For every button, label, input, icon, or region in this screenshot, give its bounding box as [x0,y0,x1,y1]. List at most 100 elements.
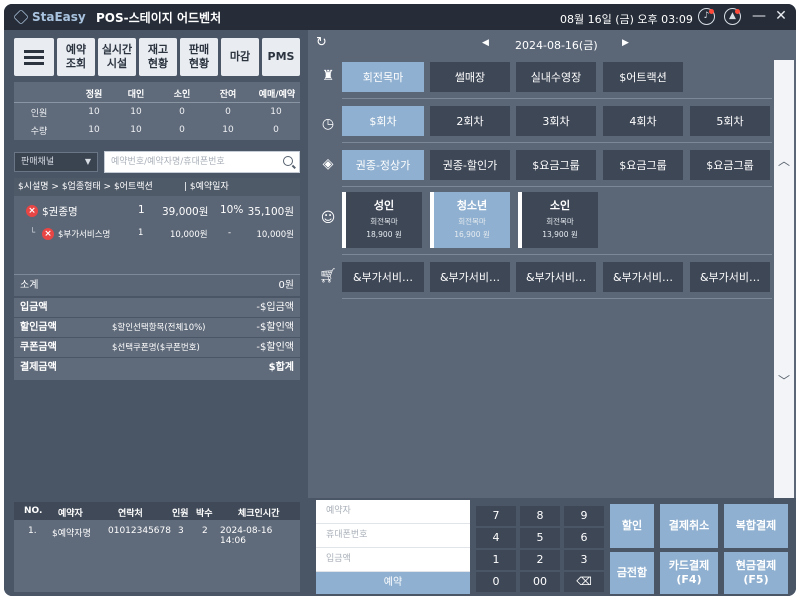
divider [342,98,772,99]
addon-option[interactable]: &부가서비… [342,262,424,292]
round-option[interactable]: 3회차 [516,106,596,136]
clock-icon: ◷ [321,116,335,132]
round-option[interactable]: 4회차 [603,106,683,136]
cart-header: $시설명 > $업종형태 > $어트랙션 | $예약일자 [14,178,300,196]
stock-row: 수량 10 10 0 10 0 [14,121,300,139]
addon-qty: 1 [138,228,144,238]
age-name: 성인 [373,199,395,212]
keypad-key[interactable]: 8 [520,506,560,526]
keypad-key[interactable]: 5 [520,528,560,548]
discount-button[interactable]: 할인 [610,504,654,548]
round-option[interactable]: 2회차 [430,106,510,136]
keypad-key[interactable]: 2 [520,550,560,570]
scroll-up-icon[interactable]: ︿ [774,152,794,169]
item-qty: 1 [138,204,145,216]
col-header: 박수 [196,509,213,519]
addon-option[interactable]: &부가서비… [603,262,683,292]
call-staff-icon[interactable]: ▲ [724,8,741,25]
remove-item-icon[interactable]: × [26,205,38,217]
sales-status-button[interactable]: 판매 현황 [180,38,218,76]
stock-cell: 10 [222,125,234,135]
backspace-icon[interactable]: ⌫ [564,572,604,592]
sales-channel-label: 판매채널 [21,157,55,167]
item-rate: 10% [220,204,244,216]
ticket-option[interactable]: 권종-정상가 [342,150,424,180]
stock-header: 예매/예약 [258,89,296,100]
ticket-option[interactable]: 권종-할인가 [430,150,510,180]
cart-icon: 🛒︎ [319,268,337,284]
age-card-youth[interactable]: 청소년 회전목마 16,900 원 [430,192,510,248]
round-option[interactable]: 5회차 [690,106,770,136]
addon-option[interactable]: &부가서비… [516,262,596,292]
stock-header-row: 정원 대인 소인 잔여 예매/예약 [14,84,300,102]
age-card-adult[interactable]: 성인 회전목마 18,900 원 [342,192,422,248]
closing-button[interactable]: 마감 [221,38,259,76]
bell-icon[interactable]: ♪ [698,8,715,25]
deposit-input[interactable] [316,548,466,570]
cash-drawer-button[interactable]: 금전함 [610,552,654,594]
scrollbar[interactable]: ︿ ﹀ [774,60,794,498]
stock-cell: 10 [88,125,100,135]
cart-sub-item[interactable]: └ × $부가서비스명 1 10,000원 - 10,000원 [14,226,300,242]
hamburger-menu-icon[interactable] [14,38,54,76]
realtime-facility-button[interactable]: 실시간 시설 [98,38,136,76]
summary-label: 할인금액 [20,322,57,333]
refresh-icon[interactable]: ↻ [316,36,330,50]
next-date-icon[interactable]: ▶ [622,38,629,48]
addon-option[interactable]: &부가서비… [690,262,770,292]
reservation-lookup-button[interactable]: 예약 조회 [57,38,95,76]
ticket-option[interactable]: $요금그룹 [603,150,683,180]
reserver-name-input[interactable] [316,500,466,522]
keypad-key[interactable]: 9 [564,506,604,526]
reserve-button[interactable]: 예약 [316,572,470,594]
sales-channel-select[interactable]: 판매채널 ▼ [14,152,98,172]
keypad-key[interactable]: 0 [476,572,516,592]
cash-payment-button[interactable]: 현금결제 (F5) [724,552,788,594]
payment-cancel-button[interactable]: 결제취소 [660,504,718,548]
stock-row: 인원 10 10 0 0 10 [14,103,300,121]
summary-row: 결제금액 $합계 [14,358,300,378]
ticket-option[interactable]: $요금그룹 [516,150,596,180]
keypad-key[interactable]: 6 [564,528,604,548]
scroll-down-icon[interactable]: ﹀ [774,372,794,389]
keypad-key[interactable]: 1 [476,550,516,570]
search-input[interactable] [105,152,275,172]
facility-option[interactable]: 회전목마 [342,62,424,92]
round-option[interactable]: $회차 [342,106,424,136]
keypad-key[interactable]: 3 [564,550,604,570]
summary-row: 쿠폰금액 $선택쿠폰명($쿠폰번호) -$할인액 [14,338,300,358]
table-row[interactable]: 1. $예약자명 01012345678 3 2 2024-08-16 14:0… [14,522,300,546]
facility-option[interactable]: 썰매장 [430,62,510,92]
bottom-bar: 예약 7 8 9 4 5 6 1 2 3 0 00 ⌫ 할인 결제취소 복합결제… [308,498,796,596]
divider [342,186,772,187]
ticket-option[interactable]: $요금그룹 [690,150,770,180]
age-card-child[interactable]: 소인 회전목마 13,900 원 [518,192,598,248]
cell: 01012345678 [108,526,171,536]
chevron-down-icon: ▼ [84,157,91,166]
split-payment-button[interactable]: 복합결제 [724,504,788,548]
keypad-key[interactable]: 00 [520,572,560,592]
col-header: 연락처 [118,509,143,519]
close-button[interactable]: ✕ [772,7,790,25]
minimize-button[interactable]: — [750,7,768,25]
keypad-key[interactable]: 4 [476,528,516,548]
cart-item[interactable]: × $권종명 1 39,000원 10% 35,100원 [14,202,300,220]
addon-option[interactable]: &부가서비… [430,262,510,292]
facility-option[interactable]: $어트랙션 [603,62,683,92]
summary-label: 결제금액 [20,362,57,373]
card-payment-button[interactable]: 카드결제 (F4) [660,552,718,594]
item-total: 35,100원 [247,206,294,218]
keypad-key[interactable]: 7 [476,506,516,526]
search-icon[interactable] [283,156,293,166]
facility-option[interactable]: 실내수영장 [516,62,596,92]
remove-subitem-icon[interactable]: × [42,228,54,240]
divider [342,298,772,299]
stock-row-label: 수량 [30,126,48,137]
phone-input[interactable] [316,524,466,546]
summary-value: $합계 [268,362,294,373]
inventory-status-button[interactable]: 재고 현황 [139,38,177,76]
current-date: 2024-08-16(금) [515,39,598,52]
app-logo: StaEasy [13,9,86,25]
pms-button[interactable]: PMS [262,38,300,76]
prev-date-icon[interactable]: ◀ [482,38,489,48]
